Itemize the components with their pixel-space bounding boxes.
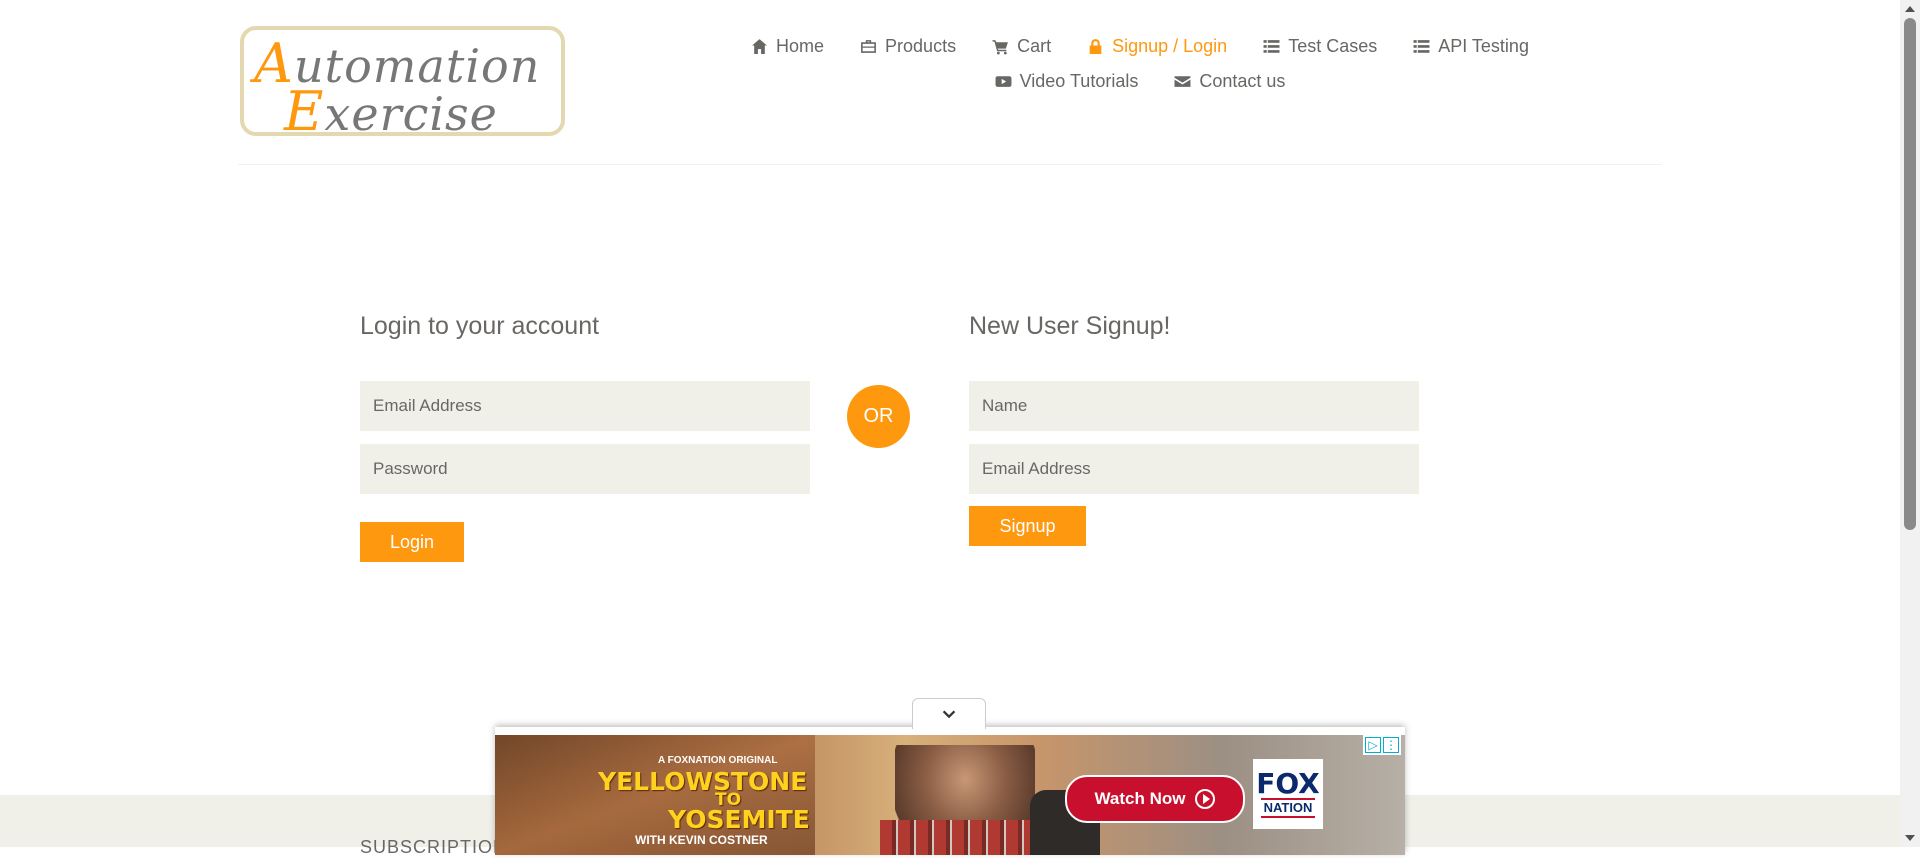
nav-api-testing-label: API Testing [1438, 36, 1529, 56]
ad-banner[interactable]: A FOXNATION ORIGINAL YELLOWSTONE TO YOSE… [495, 727, 1405, 855]
ad-brand-line-1: FOX [1256, 767, 1320, 800]
list-icon [1413, 40, 1430, 53]
nav-api-testing[interactable]: API Testing [1413, 36, 1529, 57]
signup-button[interactable]: Signup [969, 506, 1086, 546]
nav-products[interactable]: Products [860, 36, 956, 57]
or-badge: OR [847, 385, 910, 448]
ad-collapse-toggle[interactable] [912, 698, 986, 729]
signup-title: New User Signup! [969, 312, 1171, 340]
ad-watch-now-label: Watch Now [1094, 789, 1186, 808]
site-logo[interactable]: Automation Exercise [240, 26, 565, 143]
ad-kicker: A FOXNATION ORIGINAL [658, 755, 778, 766]
nav-cart-label: Cart [1017, 36, 1052, 56]
nav-test-cases[interactable]: Test Cases [1263, 36, 1377, 57]
nav-test-cases-label: Test Cases [1288, 36, 1378, 56]
login-title: Login to your account [360, 312, 600, 340]
ad-title-line-1: YELLOWSTONE [598, 767, 808, 796]
scrollbar-thumb[interactable] [1904, 18, 1916, 530]
nav-row-2: Video Tutorials Contact us [740, 71, 1540, 92]
play-icon [1195, 789, 1216, 809]
chevron-down-icon [942, 710, 956, 719]
ad-more-options-icon[interactable]: ⋮ [1383, 737, 1399, 753]
login-password-input[interactable] [360, 444, 810, 494]
nav-cart[interactable]: Cart [992, 36, 1051, 57]
youtube-icon [995, 76, 1012, 87]
nav-row-1: Home Products Cart Signup / Login Test C… [740, 36, 1540, 57]
products-icon [861, 40, 876, 53]
ad-with-line: WITH KEVIN COSTNER [635, 833, 768, 847]
login-email-input[interactable] [360, 381, 810, 431]
main-nav: Home Products Cart Signup / Login Test C… [740, 36, 1540, 106]
header-divider [238, 164, 1662, 165]
nav-video-tutorials-label: Video Tutorials [1019, 71, 1139, 91]
envelope-icon [1174, 76, 1191, 87]
adchoices-icon[interactable]: ▷ [1365, 737, 1381, 753]
logo-line-2: Exercise [284, 80, 498, 143]
signup-email-input[interactable] [969, 444, 1419, 494]
scroll-down-icon[interactable] [1905, 835, 1915, 841]
signup-name-input[interactable] [969, 381, 1419, 431]
nav-video-tutorials[interactable]: Video Tutorials [995, 71, 1139, 92]
nav-signup-login[interactable]: Signup / Login [1087, 36, 1227, 57]
ad-choices[interactable]: ▷ ⋮ [1363, 735, 1401, 755]
list-icon [1263, 40, 1280, 53]
ad-watch-now-button[interactable]: Watch Now [1065, 775, 1245, 823]
home-icon [752, 39, 767, 54]
cart-icon [992, 40, 1009, 55]
lock-icon [1089, 39, 1102, 54]
scroll-up-icon[interactable] [1905, 6, 1915, 12]
ad-brand-line-2: NATION [1260, 798, 1316, 818]
nav-products-label: Products [885, 36, 957, 56]
subscription-heading: SUBSCRIPTION [360, 837, 508, 857]
nav-contact-us-label: Contact us [1199, 71, 1286, 91]
nav-contact-us[interactable]: Contact us [1174, 71, 1285, 92]
nav-home-label: Home [776, 36, 825, 56]
nav-signup-login-label: Signup / Login [1112, 36, 1228, 56]
ad-brand-logo[interactable]: FOX NATION [1253, 759, 1323, 829]
ad-title-line-3: YOSEMITE [668, 805, 810, 834]
login-button[interactable]: Login [360, 522, 464, 562]
page-scrollbar[interactable] [1900, 0, 1920, 847]
nav-home[interactable]: Home [751, 36, 824, 57]
